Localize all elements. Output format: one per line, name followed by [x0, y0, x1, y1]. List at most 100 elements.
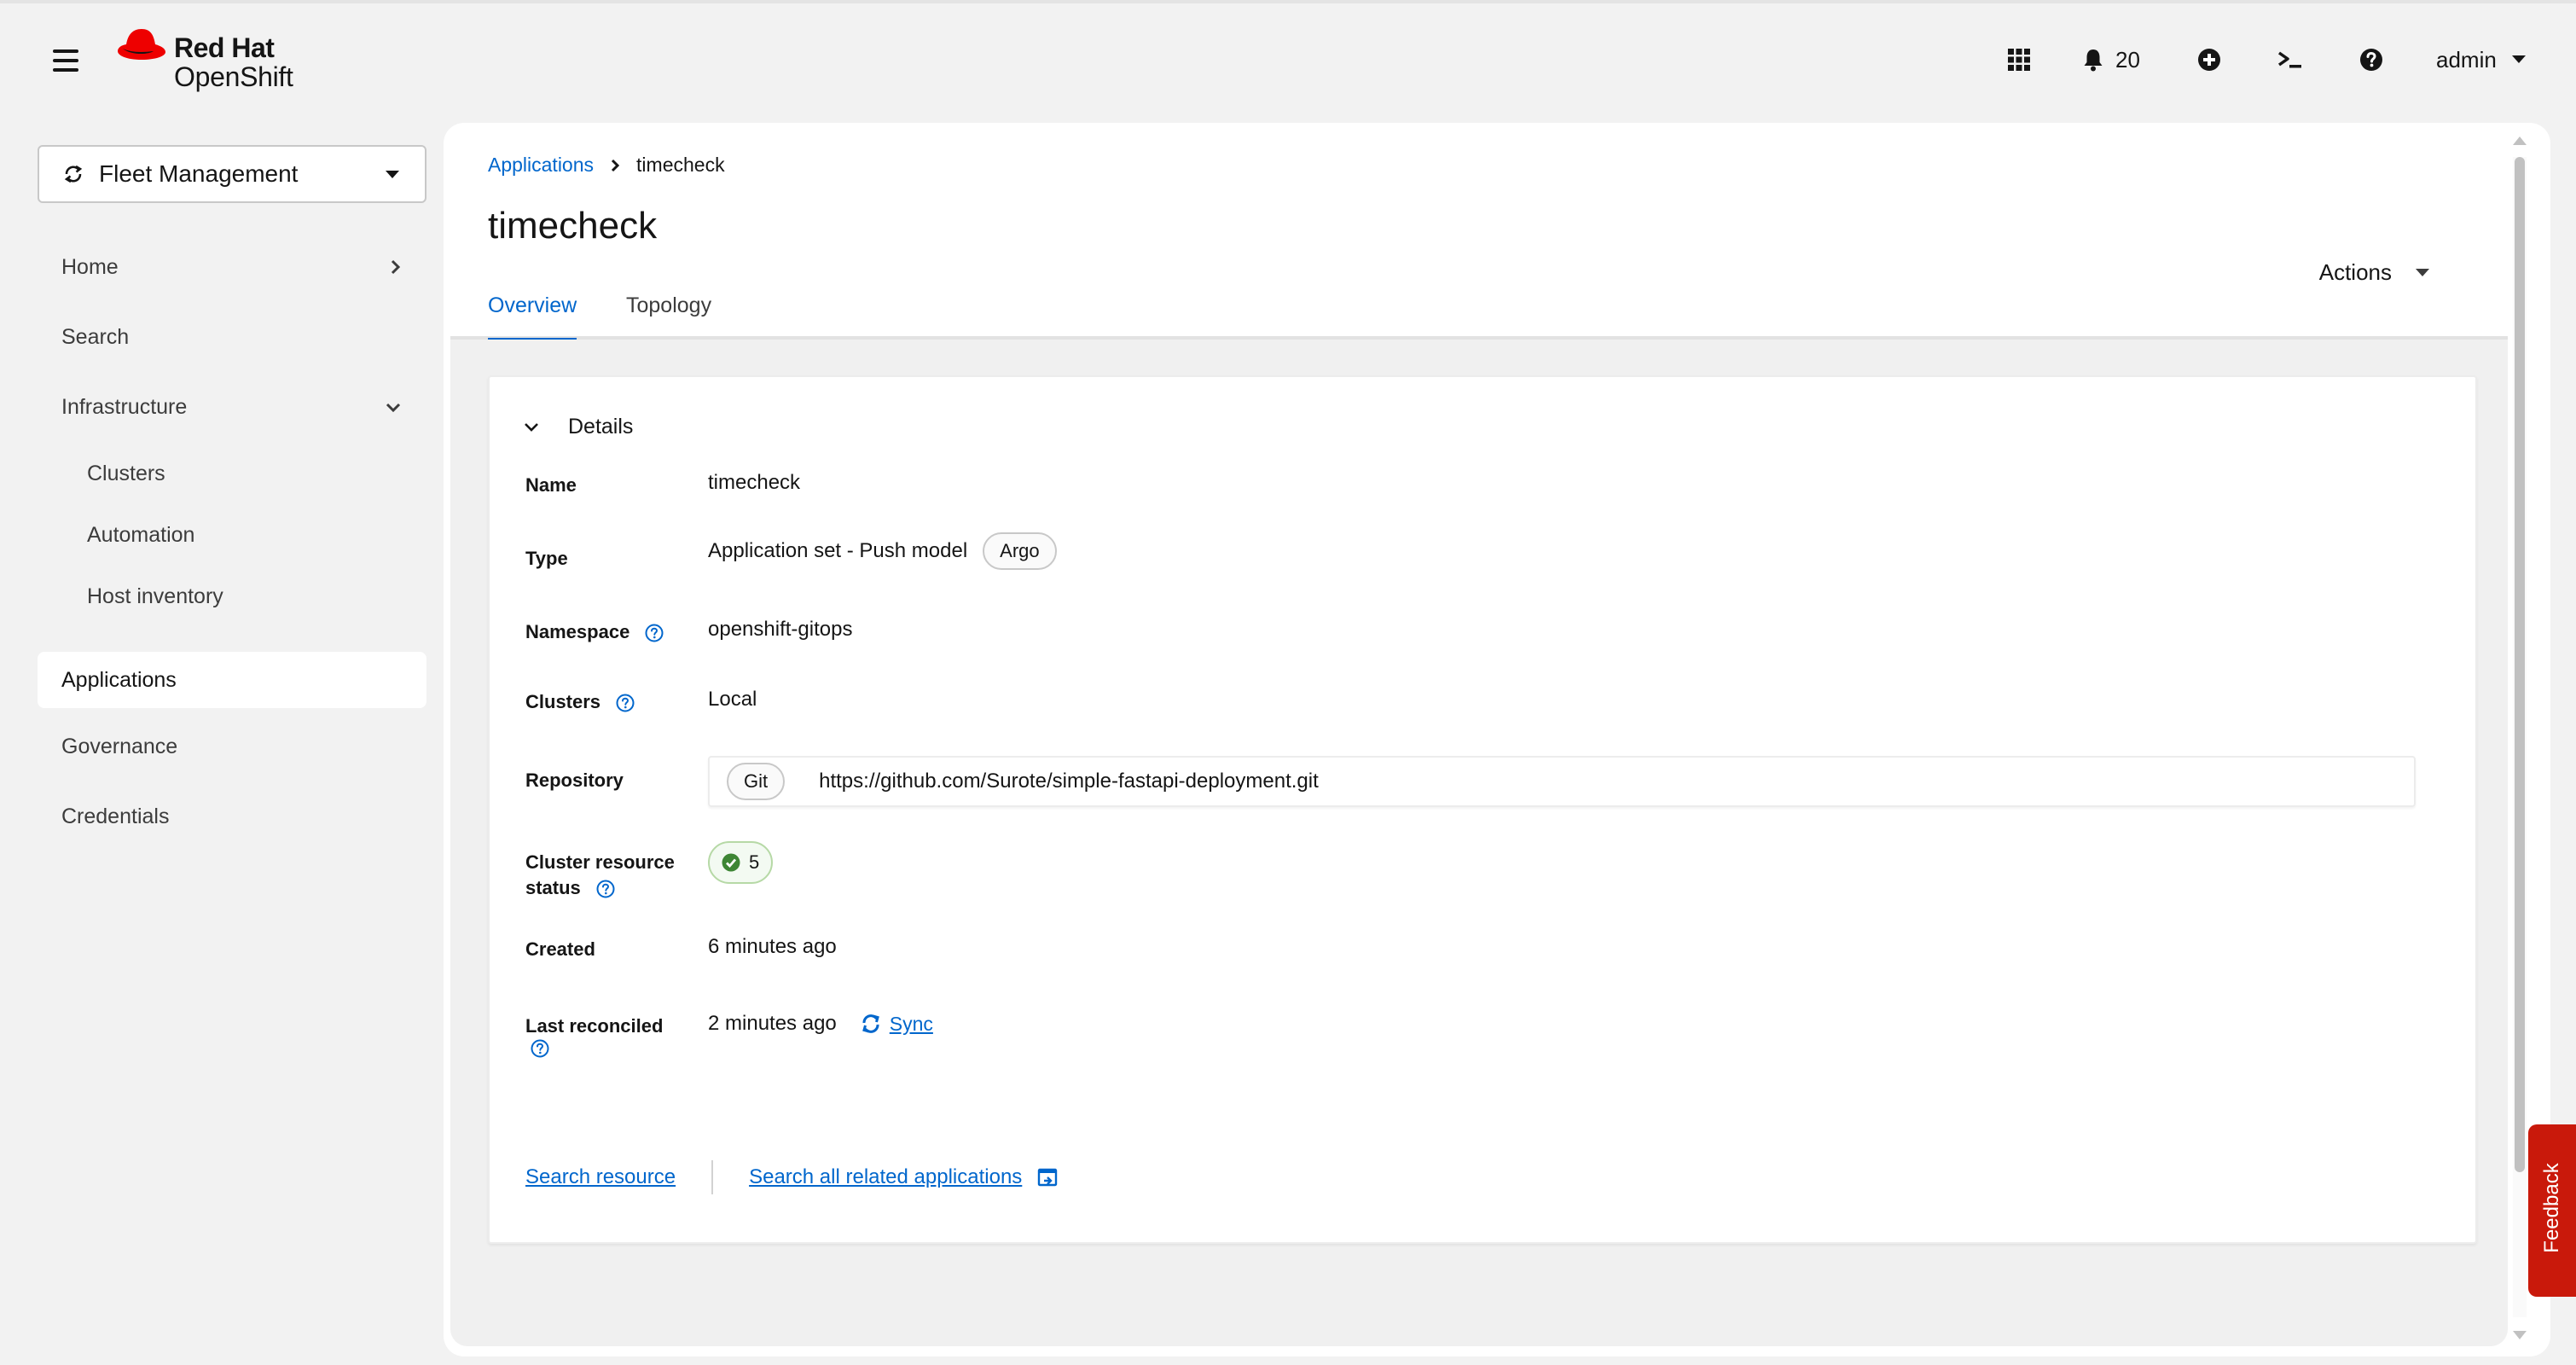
perspective-switcher[interactable]: Fleet Management	[38, 145, 426, 203]
notifications-count: 20	[2115, 46, 2140, 73]
reconciled-value-row: 2 minutes ago Sync	[708, 1012, 933, 1036]
sync-icon	[862, 1014, 879, 1033]
hamburger-menu-icon[interactable]	[53, 49, 78, 73]
actions-dropdown[interactable]: Actions	[2319, 259, 2429, 286]
sync-label: Sync	[889, 1012, 933, 1035]
check-circle-icon	[722, 853, 740, 872]
type-badge: Argo	[983, 532, 1057, 570]
cluster-status-label: Cluster resource status	[525, 850, 675, 901]
breadcrumb-applications-link[interactable]: Applications	[488, 154, 594, 177]
brand-line2: OpenShift	[174, 61, 293, 92]
web-terminal-button[interactable]	[2277, 43, 2303, 77]
tab-label: Topology	[626, 293, 712, 317]
sidebar-item-search[interactable]: Search	[38, 309, 426, 365]
redhat-hat-icon	[118, 29, 165, 60]
clusters-value: Local	[708, 688, 757, 711]
details-card: Details Name timecheck Type Application …	[488, 375, 2477, 1244]
sidebar-item-governance[interactable]: Governance	[38, 718, 426, 775]
cluster-status-count: 5	[749, 851, 760, 873]
grid-icon	[2008, 49, 2030, 71]
sidebar-item-home[interactable]: Home	[38, 239, 426, 295]
sidebar-item-automation[interactable]: Automation	[63, 507, 426, 563]
terminal-icon	[2277, 51, 2301, 68]
tab-topology[interactable]: Topology	[626, 293, 711, 341]
tab-overview[interactable]: Overview	[488, 293, 577, 341]
help-circle-icon[interactable]	[596, 880, 615, 898]
sidebar-item-applications[interactable]: Applications	[38, 652, 426, 708]
main-scrollbar[interactable]	[2509, 131, 2530, 1351]
created-value: 6 minutes ago	[708, 935, 837, 958]
cluster-status-value: 5	[708, 841, 774, 884]
sidebar-item-infrastructure[interactable]: Infrastructure	[38, 379, 426, 435]
fleet-management-icon	[64, 165, 83, 183]
sidebar-item-label: Search	[61, 324, 130, 349]
link-divider	[711, 1160, 714, 1194]
chevron-right-icon	[611, 159, 620, 171]
namespace-label: Namespace	[525, 621, 630, 642]
reconciled-label-text: Last reconciled	[525, 1015, 664, 1037]
help-circle-icon[interactable]	[531, 1039, 549, 1058]
scroll-down-icon[interactable]	[2513, 1329, 2527, 1341]
external-link-icon[interactable]	[1037, 1167, 1058, 1188]
feedback-label: Feedback	[2540, 1163, 2563, 1253]
sidebar-item-label: Clusters	[87, 461, 165, 485]
feedback-button[interactable]: Feedback	[2528, 1124, 2576, 1297]
help-button[interactable]	[2359, 43, 2383, 77]
sidebar-item-clusters[interactable]: Clusters	[63, 445, 426, 502]
tab-label: Overview	[488, 293, 577, 317]
quick-create-button[interactable]	[2197, 43, 2221, 77]
caret-down-icon	[386, 171, 399, 178]
perspective-name: Fleet Management	[99, 160, 299, 187]
cluster-status-label-line1: Cluster resource	[525, 851, 675, 873]
bell-icon	[2084, 49, 2103, 72]
created-label: Created	[525, 938, 595, 960]
sidebar-item-label: Automation	[87, 522, 195, 547]
breadcrumb-current: timecheck	[636, 154, 725, 176]
notifications-button[interactable]: 20	[2083, 43, 2140, 77]
sidebar-item-label: Applications	[61, 667, 177, 692]
clusters-label: Clusters	[525, 691, 601, 712]
search-related-apps-link[interactable]: Search all related applications	[749, 1165, 1022, 1189]
details-heading: Details	[568, 415, 634, 439]
help-circle-icon[interactable]	[616, 694, 635, 712]
type-value: Application set - Push model	[708, 539, 968, 562]
chevron-down-icon	[386, 403, 401, 413]
cluster-status-label-text: status	[525, 877, 581, 898]
repository-label: Repository	[525, 770, 624, 791]
question-circle-icon	[2360, 49, 2382, 71]
name-label: Name	[525, 474, 577, 496]
app-launcher-button[interactable]	[2008, 43, 2030, 77]
help-circle-icon[interactable]	[645, 624, 664, 642]
page-title: timecheck	[488, 205, 658, 247]
main-panel: Applications timecheck timecheck Actions…	[444, 123, 2550, 1356]
footer-links: Search resource Search all related appli…	[525, 1160, 1058, 1194]
sync-button[interactable]: Sync	[861, 1013, 933, 1036]
chevron-right-icon	[391, 259, 401, 275]
brand-logo[interactable]: Red Hat OpenShift	[114, 26, 319, 94]
sidebar-item-label: Governance	[61, 734, 178, 758]
sidebar-item-label: Infrastructure	[61, 394, 188, 419]
details-toggle[interactable]: Details	[524, 415, 633, 439]
repository-type-badge: Git	[727, 763, 786, 800]
repository-url[interactable]: https://github.com/Surote/simple-fastapi…	[819, 770, 1319, 793]
sidebar-item-label: Home	[61, 254, 119, 279]
sidebar: Fleet Management Home Search Infrastruct…	[0, 119, 444, 1365]
search-resource-link[interactable]: Search resource	[525, 1165, 676, 1189]
cluster-status-pill[interactable]: 5	[708, 841, 774, 884]
namespace-value: openshift-gitops	[708, 618, 853, 641]
masthead: Red Hat OpenShift 20 admin	[0, 3, 2576, 119]
reconciled-label: Last reconciled	[525, 1014, 663, 1065]
scroll-thumb[interactable]	[2515, 157, 2525, 1172]
sidebar-item-host-inventory[interactable]: Host inventory	[63, 568, 426, 624]
name-value: timecheck	[708, 471, 801, 494]
scroll-up-icon[interactable]	[2513, 135, 2527, 147]
reconciled-value: 2 minutes ago	[708, 1012, 837, 1035]
sidebar-item-credentials[interactable]: Credentials	[38, 788, 426, 845]
caret-down-icon	[2511, 55, 2526, 63]
chevron-down-icon	[525, 422, 538, 432]
sidebar-item-label: Credentials	[61, 804, 170, 828]
actions-label: Actions	[2318, 259, 2392, 285]
feedback-label-row: Feedback	[2540, 1124, 2564, 1292]
clusters-label-row: Clusters	[525, 689, 635, 715]
user-menu-button[interactable]: admin	[2436, 43, 2526, 77]
